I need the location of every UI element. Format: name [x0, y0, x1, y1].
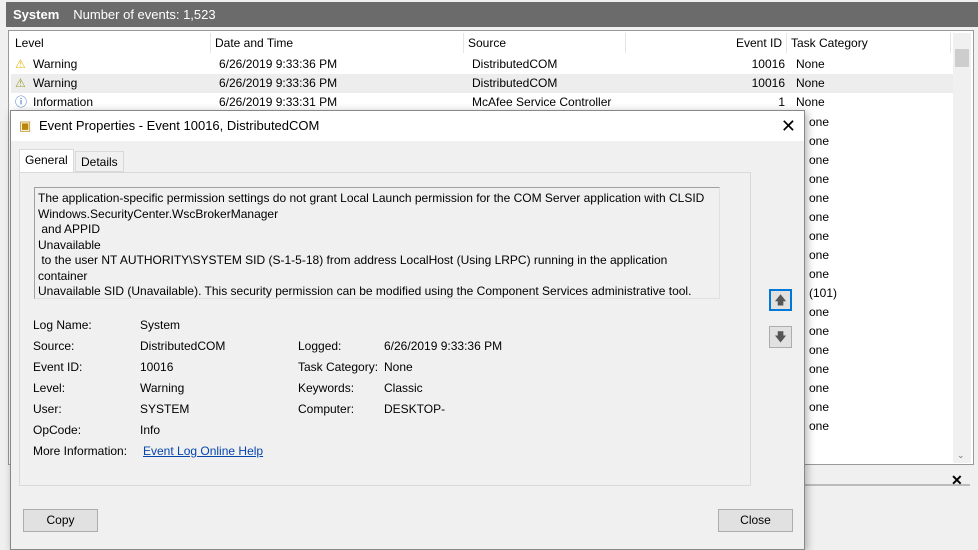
arrow-up-icon: 🡅: [774, 293, 787, 307]
close-icon[interactable]: ✕: [781, 111, 796, 141]
task-category-partial: one: [809, 343, 830, 357]
task-category-partial: one: [809, 134, 830, 148]
task-category-partial: one: [809, 400, 830, 414]
event-id-value: 10016: [140, 360, 174, 374]
task-category-partial: one: [809, 381, 830, 395]
task-category-partial: (101): [809, 286, 838, 300]
user-value: SYSTEM: [140, 402, 190, 416]
computer-label: Computer:: [298, 402, 355, 416]
keywords-value: Classic: [384, 381, 423, 395]
task-category-label: Task Category:: [298, 360, 379, 374]
tab-details[interactable]: Details: [75, 151, 124, 172]
log-name-label: Log Name:: [33, 318, 92, 332]
log-name-value: System: [140, 318, 181, 332]
task-category: None: [796, 57, 825, 71]
copy-button[interactable]: Copy: [23, 509, 98, 532]
source-label: Source:: [33, 339, 75, 353]
date: 6/26/2019 9:33:36 PM: [219, 57, 338, 71]
opcode-value: Info: [140, 423, 161, 437]
source: DistributedCOM: [472, 76, 558, 90]
task-category-partial: one: [809, 362, 830, 376]
computer-value: DESKTOP-: [384, 402, 446, 416]
event-id: 10016: [751, 57, 785, 71]
task-category-partial: one: [809, 248, 830, 262]
column-date[interactable]: Date and Time: [211, 33, 464, 53]
event-properties-dialog: ▣ Event Properties - Event 10016, Distri…: [10, 110, 805, 550]
event-id: 10016: [751, 76, 785, 90]
column-level[interactable]: Level: [11, 33, 211, 53]
task-category-value: None: [384, 360, 413, 374]
task-category-partial: one: [809, 115, 830, 129]
task-category: None: [796, 76, 825, 90]
level: Warning: [33, 76, 78, 90]
warning-icon: ⚠: [15, 57, 26, 71]
task-category-partial: one: [809, 153, 830, 167]
vertical-scrollbar[interactable]: ⌄: [953, 33, 971, 463]
event-log-icon: ▣: [19, 118, 32, 133]
task-category-partial: one: [809, 210, 830, 224]
event-description[interactable]: The application-specific permission sett…: [34, 187, 720, 299]
source: DistributedCOM: [472, 57, 558, 71]
dialog-title-bar: ▣ Event Properties - Event 10016, Distri…: [11, 111, 804, 141]
task-category-partial: one: [809, 172, 830, 186]
warning-icon: ⚠: [15, 76, 26, 90]
column-task-category[interactable]: Task Category: [787, 33, 951, 53]
source-value: DistributedCOM: [140, 339, 226, 353]
close-button[interactable]: Close: [718, 509, 793, 532]
event-log-online-help-link[interactable]: Event Log Online Help: [143, 444, 263, 458]
task-category-partial: one: [809, 191, 830, 205]
chevron-down-icon[interactable]: ⌄: [957, 450, 965, 461]
date: 6/26/2019 9:33:36 PM: [219, 76, 338, 90]
task-category-partial: one: [809, 267, 830, 281]
level: Warning: [33, 57, 78, 71]
general-panel: The application-specific permission sett…: [19, 172, 751, 486]
more-info-label: More Information:: [33, 444, 128, 458]
task-category-partial: one: [809, 305, 830, 319]
arrow-down-icon: 🡇: [774, 330, 787, 344]
next-event-button[interactable]: 🡇: [769, 326, 792, 348]
event-count: Number of events: 1,523: [73, 7, 216, 22]
logged-value: 6/26/2019 9:33:36 PM: [384, 339, 503, 353]
scroll-thumb[interactable]: [955, 49, 969, 67]
table-row[interactable]: ⚠ Warning 6/26/2019 9:33:36 PM Distribut…: [11, 74, 953, 93]
previous-event-button[interactable]: 🡅: [769, 289, 792, 311]
close-pane-icon[interactable]: ✕: [951, 472, 963, 489]
logged-label: Logged:: [298, 339, 342, 353]
user-label: User:: [33, 402, 62, 416]
keywords-label: Keywords:: [298, 381, 355, 395]
lower-panel: ✕: [805, 470, 975, 539]
column-source[interactable]: Source: [464, 33, 626, 53]
task-category-partial: one: [809, 324, 830, 338]
dialog-title: Event Properties - Event 10016, Distribu…: [39, 118, 320, 133]
table-row[interactable]: ⚠ Warning 6/26/2019 9:33:36 PM Distribut…: [11, 55, 953, 74]
level-value: Warning: [140, 381, 185, 395]
log-header: System Number of events: 1,523: [6, 2, 978, 27]
opcode-label: OpCode:: [33, 423, 82, 437]
column-event-id[interactable]: Event ID: [626, 33, 787, 53]
level-label: Level:: [33, 381, 66, 395]
task-category-partial: one: [809, 229, 830, 243]
divider: [805, 484, 970, 486]
task-category-partial: one: [809, 419, 830, 433]
tab-general[interactable]: General: [19, 149, 74, 172]
log-name: System: [13, 7, 60, 22]
event-id-label: Event ID:: [33, 360, 83, 374]
